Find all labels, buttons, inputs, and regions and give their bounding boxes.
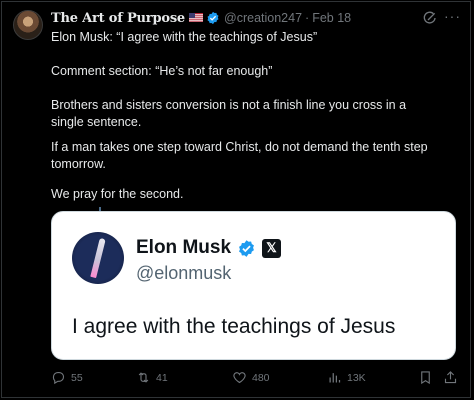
quoted-name-row: Elon Musk 𝕏 [136, 237, 282, 259]
repost-count: 41 [156, 371, 168, 384]
bookmark-button[interactable] [418, 370, 438, 385]
quoted-name: Elon Musk [136, 237, 232, 258]
post-paragraph: If a man takes one step toward Christ, d… [51, 140, 428, 171]
views-icon [329, 373, 341, 383]
reply-count: 55 [71, 371, 83, 384]
verified-badge-icon [239, 239, 254, 257]
repost-button[interactable]: 41 [136, 370, 168, 385]
author-handle[interactable]: @creation247 [224, 11, 302, 25]
like-button[interactable]: 480 [232, 370, 270, 385]
quoted-handle: @elonmusk [136, 263, 232, 283]
author-name[interactable]: The Art of Purpose [51, 11, 185, 26]
quoted-avatar [72, 232, 124, 284]
verified-badge-icon [207, 11, 219, 25]
like-count: 480 [252, 371, 270, 384]
separator-dot: · [305, 11, 310, 25]
post-header: The Art of Purpose @creation247 · Feb 18 [51, 9, 351, 27]
heart-icon [233, 372, 246, 384]
quoted-post-image[interactable]: Elon Musk 𝕏 @elonmusk I agree with the t… [51, 211, 456, 360]
quoted-text: I agree with the teachings of Jesus [72, 315, 396, 338]
bookmark-icon [421, 371, 430, 385]
views-button[interactable]: 13K [327, 370, 366, 385]
share-button[interactable] [443, 370, 463, 385]
post-paragraph: We pray for the second. [51, 187, 184, 201]
share-icon [444, 371, 457, 384]
post-date[interactable]: Feb 18 [312, 11, 351, 25]
reply-button[interactable]: 55 [51, 370, 83, 385]
more-icon[interactable]: ··· [444, 8, 461, 24]
post-paragraph: Comment section: “He’s not far enough” [51, 64, 273, 78]
repost-icon [138, 372, 149, 383]
author-avatar[interactable] [13, 10, 43, 40]
views-count: 13K [347, 371, 366, 384]
rocket-icon [90, 237, 106, 279]
post-paragraph: Elon Musk: “I agree with the teachings o… [51, 30, 318, 44]
reply-icon [52, 371, 65, 385]
grok-icon[interactable] [422, 10, 438, 26]
x-logo-icon: 𝕏 [262, 238, 282, 258]
us-flag-icon [189, 12, 204, 24]
post-paragraph: Brothers and sisters conversion is not a… [51, 98, 407, 129]
action-bar: 55 41 480 13K [0, 370, 474, 390]
